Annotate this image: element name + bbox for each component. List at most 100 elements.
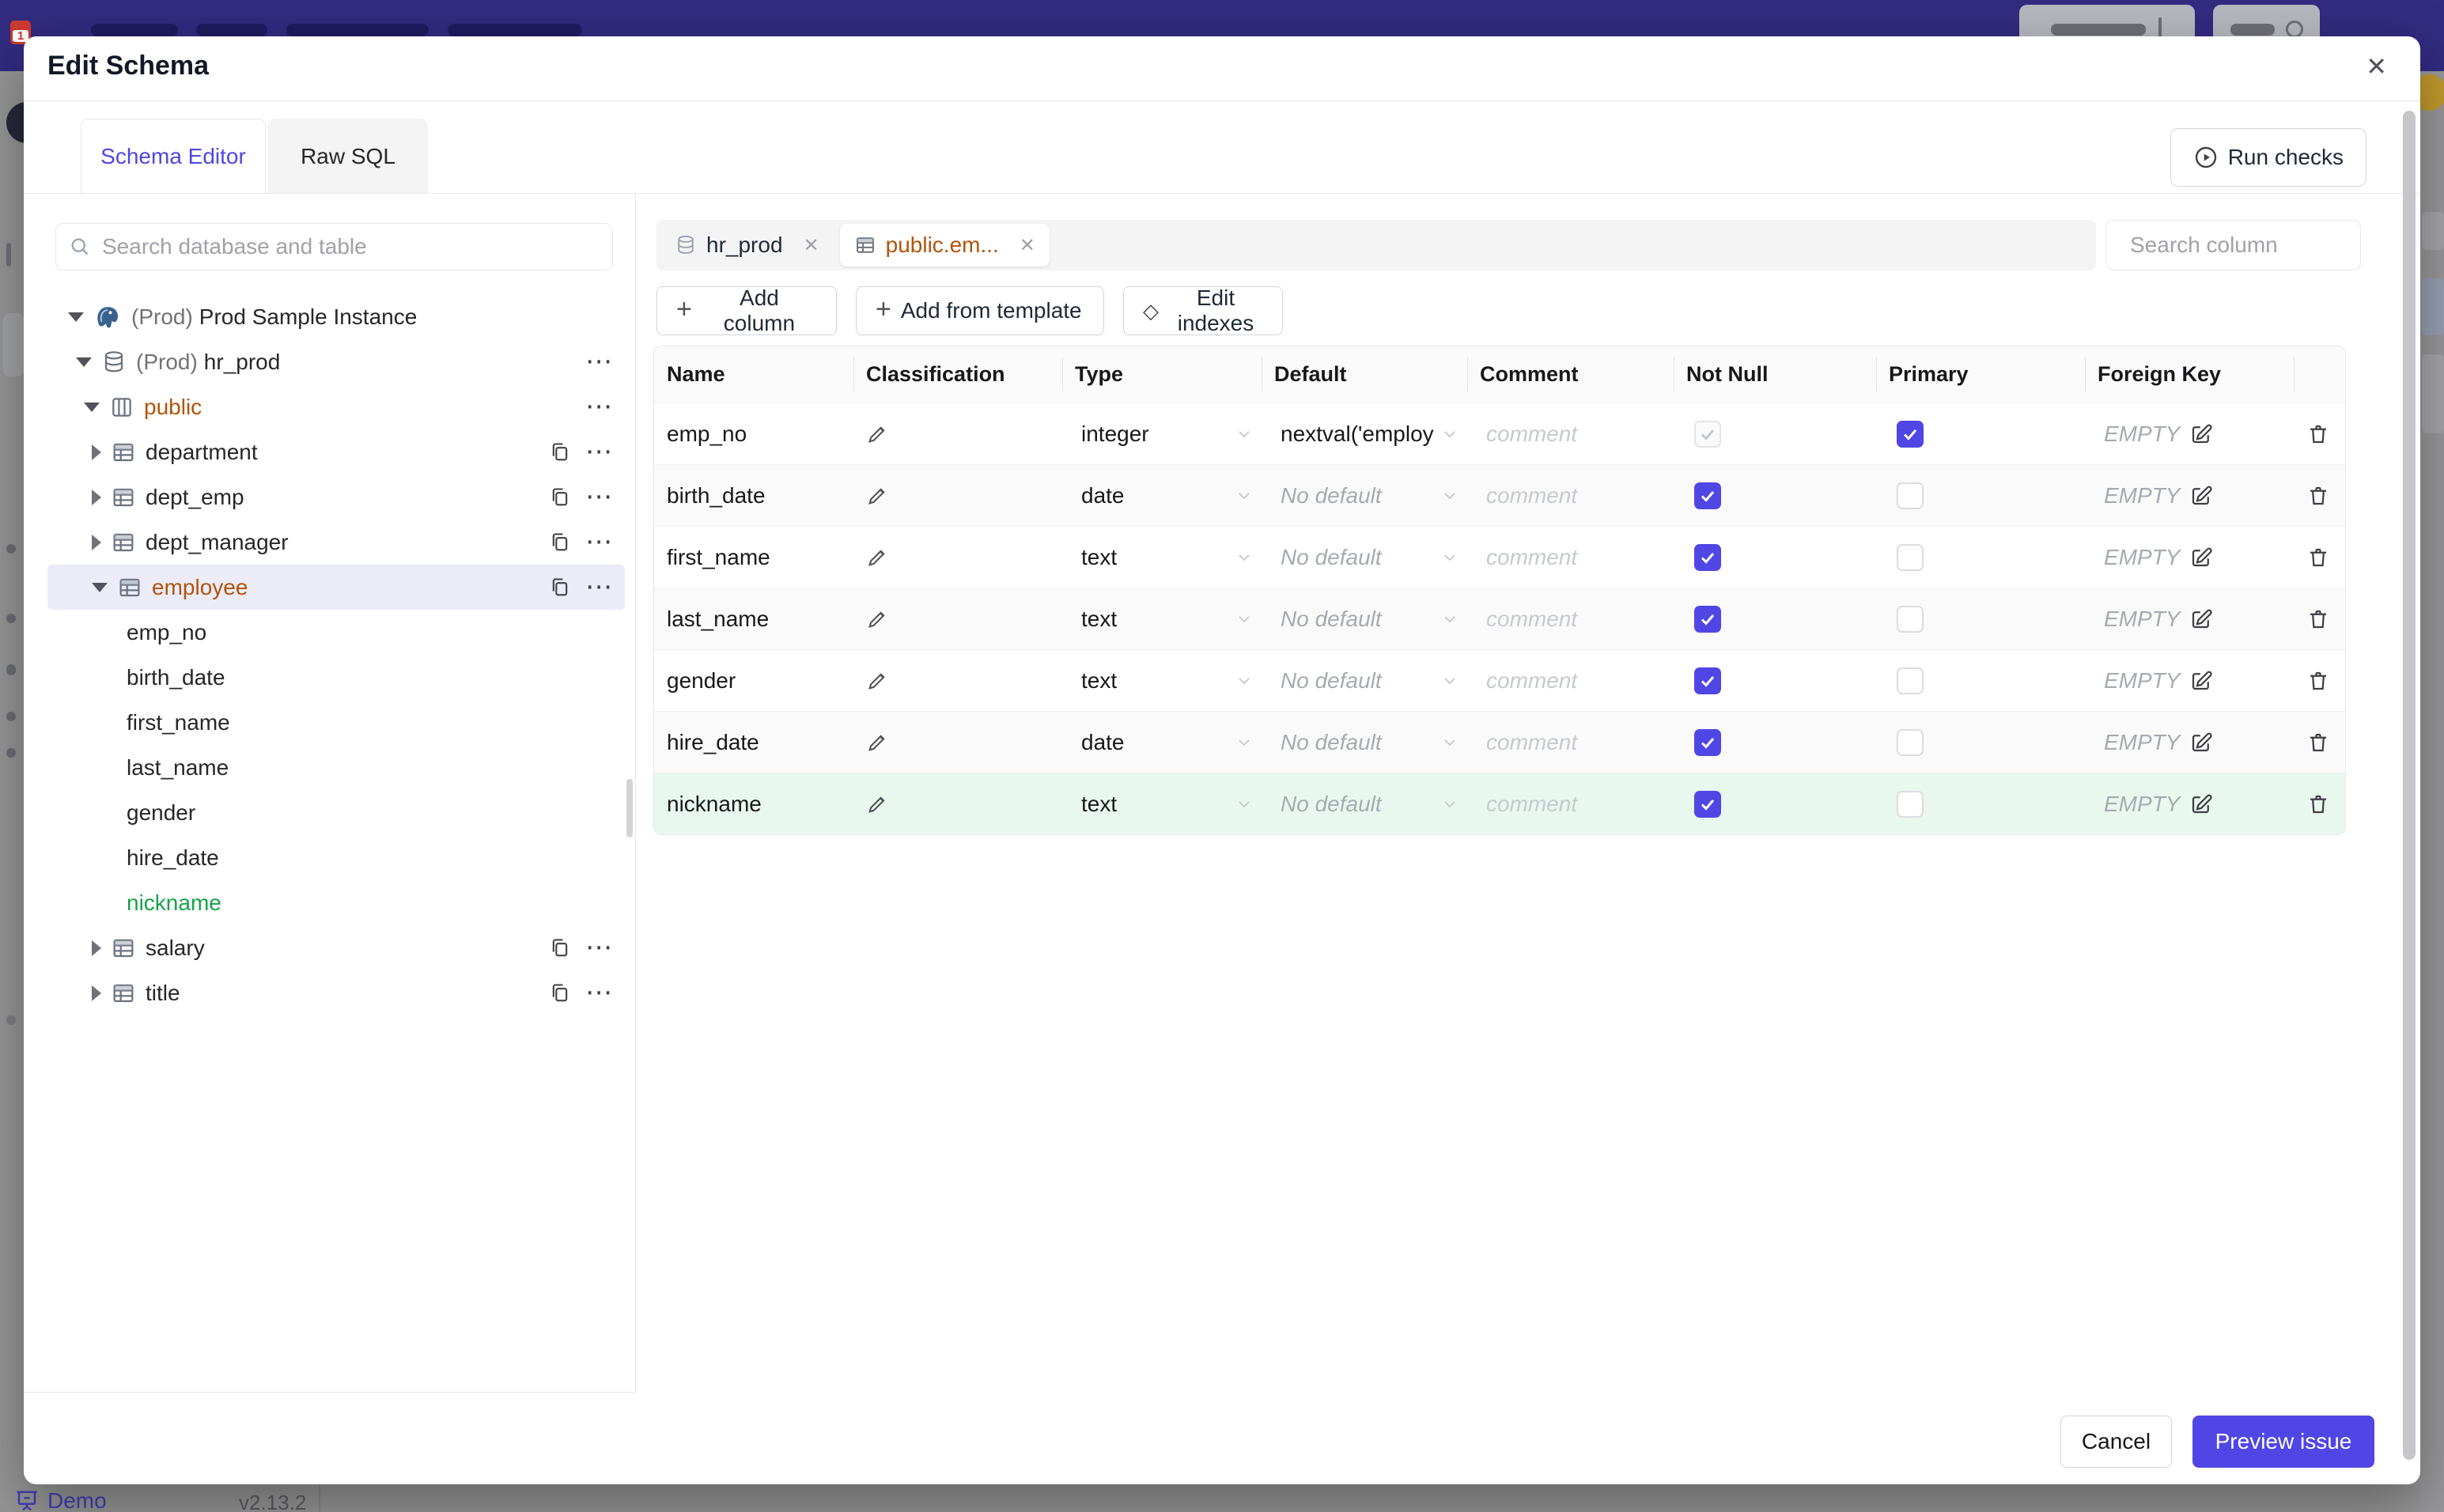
column-name[interactable]: nickname: [654, 773, 853, 834]
type-select[interactable]: text: [1062, 588, 1262, 649]
more-actions-icon[interactable]: ⋯: [585, 348, 614, 374]
column-name[interactable]: hire_date: [654, 712, 853, 773]
column-search[interactable]: [2105, 220, 2416, 270]
primary-checkbox[interactable]: [1897, 605, 1924, 633]
more-actions-icon[interactable]: ⋯: [585, 528, 614, 554]
type-select[interactable]: date: [1062, 465, 1262, 526]
tree-item-column-first-name[interactable]: first_name: [47, 700, 625, 745]
tree-item-table-title[interactable]: title ⋯: [47, 970, 625, 1015]
primary-checkbox[interactable]: [1897, 543, 1924, 571]
comment-input[interactable]: [1486, 791, 1666, 817]
edit-foreign-key-icon[interactable]: [2189, 484, 2213, 508]
pencil-icon[interactable]: [866, 608, 888, 630]
copy-icon[interactable]: [549, 441, 571, 463]
comment-input[interactable]: [1486, 421, 1666, 447]
default-select[interactable]: nextval('employ: [1262, 403, 1467, 464]
primary-checkbox[interactable]: [1897, 667, 1924, 694]
default-select[interactable]: No default: [1262, 650, 1467, 711]
not-null-checkbox[interactable]: [1694, 667, 1721, 694]
default-select[interactable]: No default: [1262, 712, 1467, 773]
edit-foreign-key-icon[interactable]: [2189, 546, 2213, 569]
chevron-right-icon[interactable]: [92, 985, 101, 1001]
edit-foreign-key-icon[interactable]: [2189, 422, 2213, 446]
primary-checkbox[interactable]: [1897, 420, 1924, 448]
edit-foreign-key-icon[interactable]: [2189, 607, 2213, 631]
pencil-icon[interactable]: [866, 485, 888, 507]
column-name[interactable]: last_name: [654, 588, 853, 649]
pencil-icon[interactable]: [866, 731, 888, 754]
cancel-button[interactable]: Cancel: [2060, 1416, 2172, 1468]
tree-item-schema-public[interactable]: public ⋯: [47, 384, 625, 429]
column-search-input[interactable]: [2130, 232, 2416, 258]
pencil-icon[interactable]: [866, 423, 888, 445]
more-actions-icon[interactable]: ⋯: [585, 573, 614, 599]
more-actions-icon[interactable]: ⋯: [585, 393, 614, 419]
chevron-right-icon[interactable]: [92, 534, 101, 550]
type-select[interactable]: text: [1062, 773, 1262, 834]
chevron-right-icon[interactable]: [92, 489, 101, 505]
more-actions-icon[interactable]: ⋯: [585, 934, 614, 960]
tree-item-table-employee[interactable]: employee ⋯: [47, 565, 625, 610]
tree-item-column-emp-no[interactable]: emp_no: [47, 610, 625, 655]
trash-icon[interactable]: [2306, 792, 2330, 816]
edit-foreign-key-icon[interactable]: [2189, 669, 2213, 693]
not-null-checkbox[interactable]: [1694, 482, 1721, 509]
tab-schema-editor[interactable]: Schema Editor: [81, 119, 266, 194]
column-name[interactable]: birth_date: [654, 465, 853, 526]
not-null-checkbox[interactable]: [1694, 605, 1721, 633]
trash-icon[interactable]: [2306, 731, 2330, 754]
default-select[interactable]: No default: [1262, 527, 1467, 588]
comment-input[interactable]: [1486, 667, 1666, 694]
chevron-down-icon[interactable]: [84, 402, 100, 412]
trash-icon[interactable]: [2306, 422, 2330, 446]
modal-scrollbar[interactable]: [2403, 111, 2416, 1460]
tree-item-column-hire-date[interactable]: hire_date: [47, 835, 625, 880]
chevron-down-icon[interactable]: [68, 312, 84, 322]
tree-item-table-dept-manager[interactable]: dept_manager ⋯: [47, 520, 625, 565]
trash-icon[interactable]: [2306, 546, 2330, 569]
copy-icon[interactable]: [549, 531, 571, 554]
add-from-template-button[interactable]: + Add from template: [856, 286, 1104, 335]
primary-checkbox[interactable]: [1897, 790, 1924, 818]
primary-checkbox[interactable]: [1897, 482, 1924, 509]
tree-item-column-gender[interactable]: gender: [47, 790, 625, 835]
tree-item-column-nickname[interactable]: nickname: [47, 880, 625, 925]
tree-item-database[interactable]: (Prod) hr_prod ⋯: [47, 339, 625, 384]
more-actions-icon[interactable]: ⋯: [585, 979, 614, 1005]
column-name[interactable]: first_name: [654, 527, 853, 588]
tab-raw-sql[interactable]: Raw SQL: [268, 119, 428, 194]
primary-checkbox[interactable]: [1897, 728, 1924, 756]
tree-item-column-birth-date[interactable]: birth_date: [47, 655, 625, 700]
type-select[interactable]: date: [1062, 712, 1262, 773]
tree-item-column-last-name[interactable]: last_name: [47, 745, 625, 790]
type-select[interactable]: text: [1062, 650, 1262, 711]
editor-tab-public-employee[interactable]: public.em... ✕: [839, 224, 1050, 266]
default-select[interactable]: No default: [1262, 465, 1467, 526]
close-tab-icon[interactable]: ✕: [804, 234, 819, 257]
chevron-down-icon[interactable]: [76, 357, 92, 367]
edit-foreign-key-icon[interactable]: [2189, 731, 2213, 754]
tree-item-table-dept-emp[interactable]: dept_emp ⋯: [47, 474, 625, 520]
chevron-right-icon[interactable]: [92, 939, 101, 956]
trash-icon[interactable]: [2306, 484, 2330, 508]
run-checks-button[interactable]: Run checks: [2170, 128, 2366, 187]
not-null-checkbox[interactable]: [1694, 543, 1721, 571]
not-null-checkbox[interactable]: [1694, 790, 1721, 818]
pencil-icon[interactable]: [866, 670, 888, 692]
not-null-checkbox[interactable]: [1694, 728, 1721, 756]
comment-input[interactable]: [1486, 544, 1666, 570]
trash-icon[interactable]: [2306, 607, 2330, 631]
database-search[interactable]: [55, 223, 613, 270]
edit-indexes-button[interactable]: ◇ Edit indexes: [1123, 285, 1283, 335]
not-null-checkbox[interactable]: [1694, 420, 1721, 448]
type-select[interactable]: text: [1062, 527, 1262, 588]
chevron-right-icon[interactable]: [92, 444, 101, 460]
tree-item-table-department[interactable]: department ⋯: [47, 429, 625, 474]
panel-divider[interactable]: [635, 194, 636, 1392]
copy-icon[interactable]: [549, 486, 571, 508]
more-actions-icon[interactable]: ⋯: [585, 438, 614, 464]
copy-icon[interactable]: [549, 982, 571, 1004]
default-select[interactable]: No default: [1262, 773, 1467, 834]
close-tab-icon[interactable]: ✕: [1020, 234, 1035, 257]
tree-item-instance[interactable]: (Prod) Prod Sample Instance: [47, 294, 625, 339]
